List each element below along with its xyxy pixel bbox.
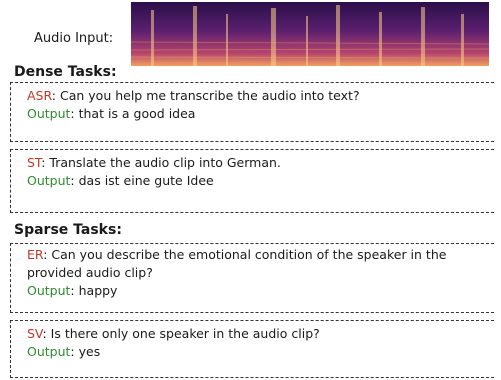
- asr-output-line: Output: that is a good idea: [27, 106, 196, 121]
- sv-output-line: Output: yes: [27, 344, 101, 359]
- audio-input-label: Audio Input:: [34, 31, 114, 46]
- asr-example-box: ASR: Can you help me transcribe the audi…: [10, 82, 494, 142]
- sparse-tasks-title: Sparse Tasks:: [14, 222, 122, 238]
- er-prompt-line: ER: Can you describe the emotional condi…: [27, 247, 447, 280]
- task-label-asr: ASR: [27, 88, 52, 103]
- sv-prompt-line: SV: Is there only one speaker in the aud…: [27, 326, 320, 341]
- sv-prompt: Is there only one speaker in the audio c…: [50, 326, 320, 341]
- sv-output: yes: [78, 344, 101, 359]
- er-example-box: ER: Can you describe the emotional condi…: [10, 243, 494, 313]
- asr-output: that is a good idea: [78, 106, 196, 121]
- dense-tasks-title: Dense Tasks:: [14, 64, 117, 80]
- output-label: Output: [27, 173, 71, 188]
- st-output-line: Output: das ist eine gute Idee: [27, 173, 214, 188]
- er-prompt: Can you describe the emotional condition…: [27, 247, 447, 280]
- st-output: das ist eine gute Idee: [78, 173, 214, 188]
- spectrogram-image: [131, 2, 489, 66]
- task-label-st: ST: [27, 155, 42, 170]
- st-prompt: Translate the audio clip into German.: [49, 155, 281, 170]
- output-label: Output: [27, 106, 71, 121]
- asr-prompt: Can you help me transcribe the audio int…: [59, 88, 360, 103]
- er-output: happy: [78, 283, 118, 298]
- er-output-line: Output: happy: [27, 283, 118, 298]
- st-example-box: ST: Translate the audio clip into German…: [10, 149, 494, 213]
- task-label-er: ER: [27, 247, 44, 262]
- task-label-sv: SV: [27, 326, 43, 341]
- st-prompt-line: ST: Translate the audio clip into German…: [27, 155, 281, 170]
- output-label: Output: [27, 283, 71, 298]
- asr-prompt-line: ASR: Can you help me transcribe the audi…: [27, 88, 360, 103]
- output-label: Output: [27, 344, 71, 359]
- sv-example-box: SV: Is there only one speaker in the aud…: [10, 320, 494, 378]
